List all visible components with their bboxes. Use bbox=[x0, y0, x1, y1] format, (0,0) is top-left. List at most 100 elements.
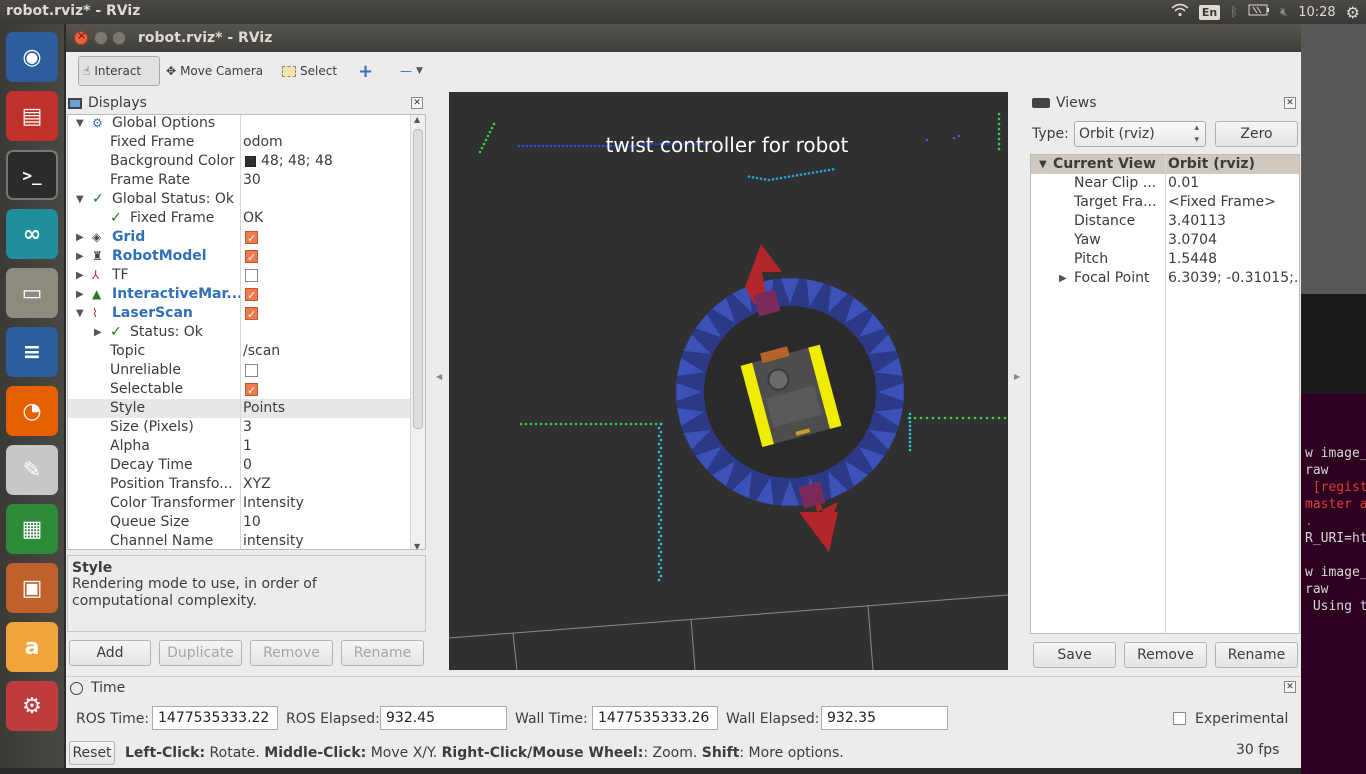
display-row[interactable]: Topic/scan bbox=[68, 342, 425, 361]
display-row[interactable]: Style Points bbox=[68, 399, 425, 418]
display-row[interactable]: Alpha 1 bbox=[68, 437, 425, 456]
display-row-value[interactable]: Points bbox=[243, 399, 285, 418]
view-property-value[interactable]: 6.3039; -0.31015;... bbox=[1168, 269, 1299, 288]
display-row[interactable]: ▶ ♜ RobotModel bbox=[68, 247, 425, 267]
collapse-arrow-icon[interactable]: ▼ bbox=[76, 304, 84, 323]
scroll-down-icon[interactable]: ▼ bbox=[414, 542, 420, 549]
expand-arrow-icon[interactable]: ▶ bbox=[76, 266, 84, 285]
display-row-value[interactable]: odom bbox=[243, 133, 283, 152]
display-row-value[interactable]: 0 bbox=[243, 456, 252, 475]
power-gear-icon[interactable]: ⚙ bbox=[1346, 3, 1360, 22]
collapse-arrow-icon[interactable]: ▼ bbox=[76, 115, 84, 133]
display-row[interactable]: ▼ ⌇ LaserScan bbox=[68, 304, 425, 324]
volume-muted-icon[interactable]: 🔇︎ bbox=[1280, 5, 1288, 20]
display-row[interactable]: Background Color 48; 48; 48 bbox=[68, 152, 425, 171]
display-row-value[interactable]: Intensity bbox=[243, 494, 304, 513]
enable-checkbox[interactable] bbox=[245, 286, 258, 305]
display-row-value[interactable]: 48; 48; 48 bbox=[261, 152, 333, 171]
keyboard-layout-indicator[interactable]: En bbox=[1198, 4, 1221, 20]
display-row[interactable]: Frame Rate 30 bbox=[68, 171, 425, 190]
scene-render[interactable]: twist controller for robot bbox=[449, 92, 1008, 670]
text-editor-icon[interactable]: ✎ bbox=[6, 445, 58, 495]
display-row[interactable]: ▼ ⚙ Global Options bbox=[68, 115, 425, 133]
display-row[interactable]: Unreliable bbox=[68, 361, 425, 380]
enable-checkbox[interactable] bbox=[245, 269, 258, 282]
settings-icon[interactable]: ⚙ bbox=[6, 681, 58, 731]
display-row-value[interactable]: 30 bbox=[243, 171, 261, 190]
display-row[interactable]: ✓ Fixed Frame OK bbox=[68, 209, 425, 228]
display-row-value[interactable]: XYZ bbox=[243, 475, 271, 494]
display-row-value[interactable]: /scan bbox=[243, 342, 280, 361]
select-tool-button[interactable]: Select bbox=[278, 56, 341, 86]
rename-view-button[interactable]: Rename bbox=[1215, 642, 1298, 668]
calc-icon[interactable]: ▦ bbox=[6, 504, 58, 554]
minimize-window-button[interactable] bbox=[94, 31, 108, 45]
display-row-value[interactable]: 1 bbox=[243, 437, 252, 456]
enable-checkbox[interactable] bbox=[245, 364, 258, 377]
display-row[interactable]: Selectable bbox=[68, 380, 425, 400]
impress-icon[interactable]: ▣ bbox=[6, 563, 58, 613]
add-display-button[interactable]: Add bbox=[69, 640, 151, 666]
display-row[interactable]: Color Transformer Intensity bbox=[68, 494, 425, 513]
expand-arrow-icon[interactable]: ▶ bbox=[76, 285, 84, 304]
display-row[interactable]: Decay Time 0 bbox=[68, 456, 425, 475]
display-row-value[interactable]: intensity bbox=[243, 532, 304, 549]
rviz-app-icon[interactable]: ▤ bbox=[6, 91, 58, 141]
reset-button[interactable]: Reset bbox=[69, 741, 115, 765]
remove-tool-button[interactable]: — ▼ bbox=[396, 56, 427, 86]
right-splitter-handle[interactable]: ▶ bbox=[1014, 372, 1020, 381]
expand-arrow-icon[interactable]: ▶ bbox=[76, 247, 84, 266]
view-type-select[interactable]: Orbit (rviz) ▴ ▾ bbox=[1074, 121, 1206, 147]
view-property-value[interactable]: <Fixed Frame> bbox=[1168, 193, 1276, 212]
display-row-value[interactable]: 10 bbox=[243, 513, 261, 532]
ubuntu-dash-icon[interactable]: ◉ bbox=[6, 32, 58, 82]
displays-scrollbar[interactable]: ▲ ▼ bbox=[410, 115, 425, 549]
terminal-icon[interactable]: >_ bbox=[6, 150, 58, 200]
remove-display-button[interactable]: Remove bbox=[250, 640, 333, 666]
display-row[interactable]: ▶ ◈ Grid bbox=[68, 228, 425, 248]
view-property-value[interactable]: 1.5448 bbox=[1168, 250, 1217, 269]
view-property-row[interactable]: Target Fra... <Fixed Frame> bbox=[1031, 193, 1299, 212]
expand-arrow-icon[interactable]: ▶ bbox=[76, 228, 84, 247]
bluetooth-icon[interactable]: ᛒ bbox=[1230, 5, 1238, 20]
enable-checkbox[interactable] bbox=[245, 248, 258, 267]
move-camera-tool-button[interactable]: ✥ Move Camera bbox=[162, 56, 267, 86]
view-property-row[interactable]: Near Clip ... 0.01 bbox=[1031, 174, 1299, 193]
left-splitter-handle[interactable]: ◀ bbox=[436, 372, 442, 381]
displays-close-button[interactable]: ✕ bbox=[411, 97, 423, 109]
enable-checkbox[interactable] bbox=[245, 381, 258, 400]
views-close-button[interactable]: ✕ bbox=[1284, 97, 1296, 109]
view-property-row[interactable]: Distance 3.40113 bbox=[1031, 212, 1299, 231]
display-row-value[interactable]: 3 bbox=[243, 418, 252, 437]
expand-arrow-icon[interactable]: ▶ bbox=[94, 323, 102, 342]
display-row[interactable]: Fixed Frame odom bbox=[68, 133, 425, 152]
rename-display-button[interactable]: Rename bbox=[341, 640, 424, 666]
zero-view-button[interactable]: Zero bbox=[1215, 121, 1298, 147]
view-property-row[interactable]: ▶ Focal Point 6.3039; -0.31015;... bbox=[1031, 269, 1299, 288]
clock[interactable]: 10:28 bbox=[1298, 5, 1335, 20]
view-property-value[interactable]: 3.0704 bbox=[1168, 231, 1217, 250]
wall-elapsed-field[interactable]: 932.35 bbox=[821, 706, 948, 730]
display-row[interactable]: Queue Size 10 bbox=[68, 513, 425, 532]
display-row[interactable]: ▶ ⅄ TF bbox=[68, 266, 425, 285]
enable-checkbox[interactable] bbox=[245, 229, 258, 248]
display-row[interactable]: Position Transfo... XYZ bbox=[68, 475, 425, 494]
collapse-arrow-icon[interactable]: ▼ bbox=[1039, 155, 1047, 174]
amazon-icon[interactable]: a bbox=[6, 622, 58, 672]
arduino-icon[interactable]: ∞ bbox=[6, 209, 58, 259]
collapse-arrow-icon[interactable]: ▼ bbox=[76, 190, 84, 209]
expand-arrow-icon[interactable]: ▶ bbox=[1059, 269, 1067, 288]
display-row[interactable]: ▶ ▲ InteractiveMar... bbox=[68, 285, 425, 305]
view-property-value[interactable]: 0.01 bbox=[1168, 174, 1199, 193]
time-close-button[interactable]: ✕ bbox=[1284, 681, 1296, 693]
duplicate-display-button[interactable]: Duplicate bbox=[159, 640, 242, 666]
writer-icon[interactable]: ≡ bbox=[6, 327, 58, 377]
files-icon[interactable]: ▭ bbox=[6, 268, 58, 318]
experimental-checkbox[interactable] bbox=[1173, 712, 1186, 725]
scrollbar-thumb[interactable] bbox=[413, 129, 423, 429]
wifi-icon[interactable] bbox=[1171, 3, 1189, 21]
view-property-row[interactable]: Yaw 3.0704 bbox=[1031, 231, 1299, 250]
remove-view-button[interactable]: Remove bbox=[1124, 642, 1207, 668]
wall-time-field[interactable]: 1477535333.26 bbox=[592, 706, 718, 730]
firefox-icon[interactable]: ◔ bbox=[6, 386, 58, 436]
